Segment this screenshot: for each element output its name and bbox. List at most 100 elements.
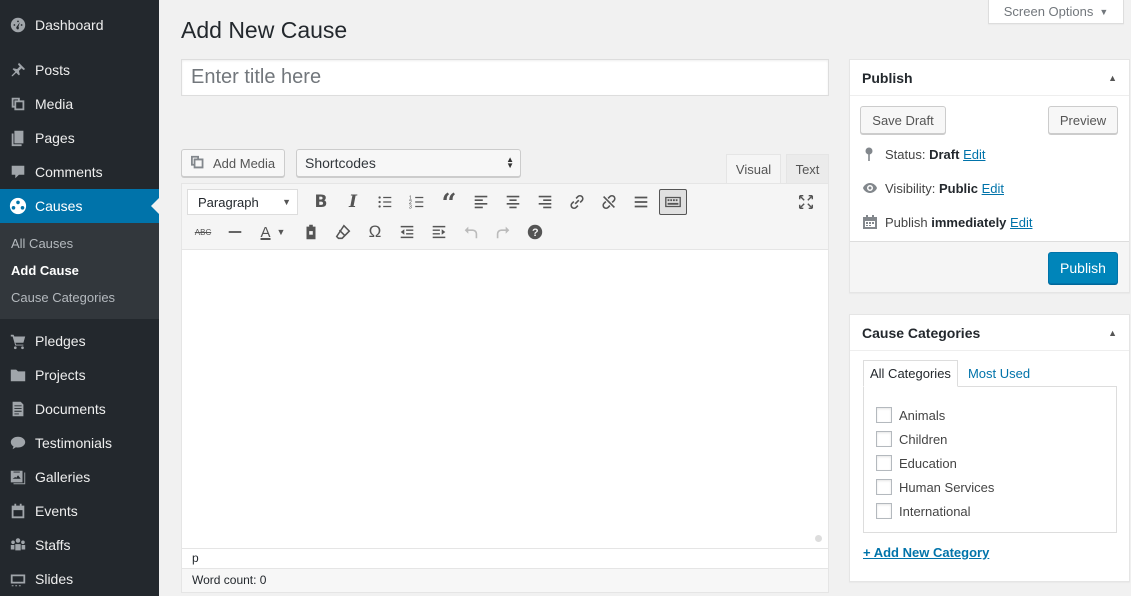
title-input[interactable] bbox=[181, 59, 829, 96]
editor-toolbar: Paragraph ▼ B I 123 “ ABC A ▼ Ω ? bbox=[182, 184, 828, 250]
format-select[interactable]: Paragraph ▼ bbox=[187, 189, 298, 215]
tab-most-used[interactable]: Most Used bbox=[958, 360, 1036, 387]
add-new-category-link[interactable]: + Add New Category bbox=[863, 545, 989, 560]
edit-visibility-link[interactable]: Edit bbox=[982, 181, 1004, 196]
publish-box-header[interactable]: Publish ▲ bbox=[850, 60, 1129, 96]
align-left-icon bbox=[474, 195, 488, 209]
category-item[interactable]: International bbox=[864, 499, 1116, 523]
tab-text[interactable]: Text bbox=[786, 154, 829, 184]
sidebar-item-posts[interactable]: Posts bbox=[0, 53, 159, 87]
edit-status-link[interactable]: Edit bbox=[963, 147, 985, 162]
insert-link-button[interactable] bbox=[561, 188, 593, 216]
category-checkbox[interactable] bbox=[876, 431, 892, 447]
sidebar-item-projects[interactable]: Projects bbox=[0, 358, 159, 392]
sidebar-item-documents[interactable]: Documents bbox=[0, 392, 159, 426]
category-checkbox[interactable] bbox=[876, 455, 892, 471]
shortcodes-select[interactable]: Shortcodes ▲ ▼ bbox=[296, 149, 521, 177]
pin-icon bbox=[865, 147, 873, 161]
fullscreen-button[interactable] bbox=[790, 188, 822, 216]
folder-icon bbox=[8, 365, 28, 385]
submenu-cause-categories[interactable]: Cause Categories bbox=[0, 284, 159, 311]
resize-handle[interactable] bbox=[815, 535, 822, 542]
add-media-label: Add Media bbox=[213, 155, 276, 171]
special-character-button[interactable]: Ω bbox=[359, 218, 391, 246]
sidebar-item-testimonials[interactable]: Testimonials bbox=[0, 426, 159, 460]
remove-link-button[interactable] bbox=[593, 188, 625, 216]
tab-all-categories[interactable]: All Categories bbox=[863, 360, 958, 387]
numbered-list-button[interactable]: 123 bbox=[401, 188, 433, 216]
outdent-button[interactable] bbox=[391, 218, 423, 246]
bold-button[interactable]: B bbox=[305, 188, 337, 216]
sidebar-item-comments[interactable]: Comments bbox=[0, 155, 159, 189]
caret-down-icon: ▼ bbox=[282, 197, 291, 207]
text-color-button[interactable]: A ▼ bbox=[251, 218, 295, 246]
sidebar-item-galleries[interactable]: Galleries bbox=[0, 460, 159, 494]
pages-icon bbox=[8, 128, 28, 148]
redo-icon bbox=[496, 226, 510, 239]
category-item[interactable]: Children bbox=[864, 427, 1116, 451]
sidebar-item-pledges[interactable]: Pledges bbox=[0, 324, 159, 358]
clear-formatting-button[interactable] bbox=[327, 218, 359, 246]
eraser-icon bbox=[335, 224, 351, 240]
category-checkbox[interactable] bbox=[876, 479, 892, 495]
sidebar-item-media[interactable]: Media bbox=[0, 87, 159, 121]
preview-button[interactable]: Preview bbox=[1048, 106, 1118, 134]
text-color-icon: A bbox=[260, 223, 271, 241]
italic-button[interactable]: I bbox=[337, 188, 369, 216]
sidebar-item-label: Dashboard bbox=[35, 17, 104, 33]
collapse-arrow-icon[interactable]: ▲ bbox=[1108, 73, 1117, 83]
sidebar-item-label: Galleries bbox=[35, 469, 91, 485]
sidebar-item-label: Pages bbox=[35, 130, 75, 146]
chat-icon bbox=[8, 433, 28, 453]
bullet-list-button[interactable] bbox=[369, 188, 401, 216]
submenu-add-cause[interactable]: Add Cause bbox=[0, 257, 159, 284]
edit-publish-date-link[interactable]: Edit bbox=[1010, 215, 1032, 230]
category-item[interactable]: Human Services bbox=[864, 475, 1116, 499]
align-left-button[interactable] bbox=[465, 188, 497, 216]
read-more-button[interactable] bbox=[625, 188, 657, 216]
pin-icon bbox=[8, 60, 28, 80]
align-right-button[interactable] bbox=[529, 188, 561, 216]
sidebar-item-label: Testimonials bbox=[35, 435, 113, 451]
sidebar-item-events[interactable]: Events bbox=[0, 494, 159, 528]
tab-visual[interactable]: Visual bbox=[726, 154, 781, 184]
horizontal-line-button[interactable] bbox=[219, 218, 251, 246]
comment-icon bbox=[8, 162, 28, 182]
sidebar-item-slides[interactable]: Slides bbox=[0, 562, 159, 596]
category-item[interactable]: Animals bbox=[864, 403, 1116, 427]
svg-text:3: 3 bbox=[409, 204, 412, 210]
redo-button[interactable] bbox=[487, 218, 519, 246]
sidebar-item-dashboard[interactable]: Dashboard bbox=[0, 8, 159, 42]
save-draft-button[interactable]: Save Draft bbox=[860, 106, 946, 134]
eye-icon bbox=[863, 183, 877, 193]
indent-button[interactable] bbox=[423, 218, 455, 246]
publish-button[interactable]: Publish bbox=[1048, 252, 1118, 284]
keyboard-icon bbox=[665, 196, 681, 208]
toolbar-toggle-button[interactable] bbox=[659, 189, 687, 215]
category-checkbox[interactable] bbox=[876, 503, 892, 519]
category-item[interactable]: Education bbox=[864, 451, 1116, 475]
sidebar-item-causes[interactable]: Causes bbox=[0, 189, 159, 223]
categories-box-header[interactable]: Cause Categories ▲ bbox=[850, 315, 1129, 351]
paste-text-button[interactable] bbox=[295, 218, 327, 246]
publish-actions: Publish bbox=[850, 241, 1129, 292]
submenu-all-causes[interactable]: All Causes bbox=[0, 230, 159, 257]
omega-icon: Ω bbox=[368, 222, 382, 241]
page-title: Add New Cause bbox=[181, 17, 348, 43]
screen-options-button[interactable]: Screen Options ▼ bbox=[988, 0, 1124, 24]
sidebar-item-staffs[interactable]: Staffs bbox=[0, 528, 159, 562]
dashboard-icon bbox=[8, 15, 28, 35]
strikethrough-button[interactable]: ABC bbox=[187, 218, 219, 246]
category-checkbox[interactable] bbox=[876, 407, 892, 423]
help-button[interactable]: ? bbox=[519, 218, 551, 246]
editor-content-area[interactable] bbox=[182, 250, 828, 548]
align-center-button[interactable] bbox=[497, 188, 529, 216]
indent-icon bbox=[432, 225, 446, 239]
calendar-icon bbox=[8, 501, 28, 521]
collapse-arrow-icon[interactable]: ▲ bbox=[1108, 328, 1117, 338]
add-media-button[interactable]: Add Media bbox=[181, 149, 285, 177]
blockquote-button[interactable]: “ bbox=[433, 188, 465, 217]
undo-button[interactable] bbox=[455, 218, 487, 246]
svg-text:?: ? bbox=[532, 227, 539, 239]
sidebar-item-pages[interactable]: Pages bbox=[0, 121, 159, 155]
